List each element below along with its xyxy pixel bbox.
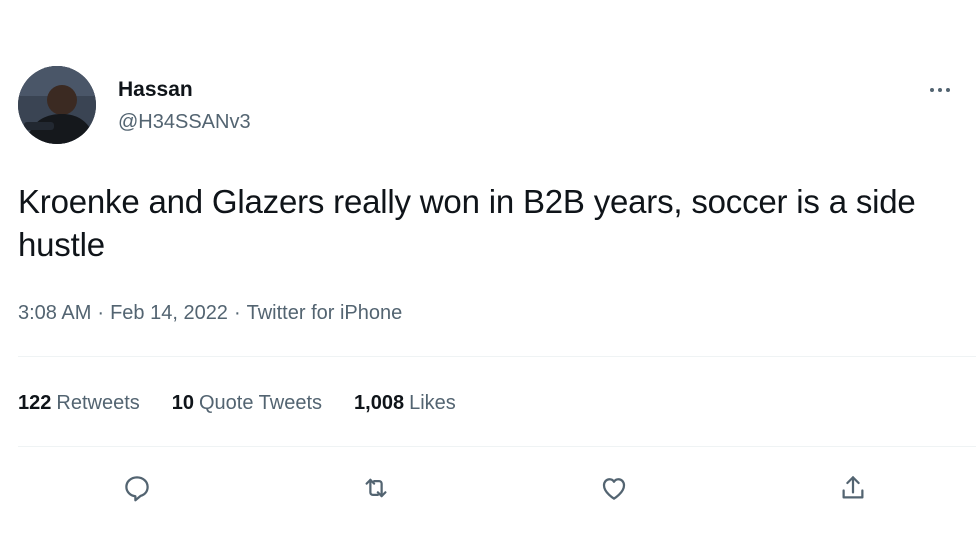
reply-icon[interactable] [115,466,159,510]
retweet-icon[interactable] [354,466,398,510]
dot [930,88,934,92]
display-name[interactable]: Hassan [118,78,193,102]
dot [938,88,942,92]
likes-count: 1,008 [354,392,405,414]
avatar-image [18,66,96,144]
meta-separator: · [97,302,105,324]
likes-label: Likes [409,392,456,414]
heart-icon[interactable] [592,466,636,510]
quote-count: 10 [171,392,194,414]
quote-tweets-stat[interactable]: 10 Quote Tweets [172,392,322,415]
divider [18,446,976,447]
tweet-meta: 3:08 AM · Feb 14, 2022 · Twitter for iPhone [18,302,402,325]
tweet-time[interactable]: 3:08 AM [18,302,91,324]
tweet-date[interactable]: Feb 14, 2022 [110,302,228,324]
retweets-stat[interactable]: 122 Retweets [18,392,140,415]
more-horizontal-icon[interactable] [922,78,958,102]
tweet-source[interactable]: Twitter for iPhone [247,302,403,324]
avatar[interactable] [18,66,96,144]
action-bar [0,466,976,516]
retweets-count: 122 [18,392,52,414]
likes-stat[interactable]: 1,008 Likes [354,392,456,415]
quote-label: Quote Tweets [199,392,323,414]
divider [18,356,976,357]
tweet-text: Kroenke and Glazers really won in B2B ye… [18,183,916,263]
tweet-card: Hassan @H34SSANv3 Kroenke and Glazers re… [0,0,976,549]
share-icon[interactable] [831,466,875,510]
meta-separator: · [233,302,241,324]
tweet-stats: 122 Retweets 10 Quote Tweets 1,008 Likes [18,392,456,415]
retweets-label: Retweets [56,392,140,414]
user-handle[interactable]: @H34SSANv3 [118,111,251,134]
dot [946,88,950,92]
